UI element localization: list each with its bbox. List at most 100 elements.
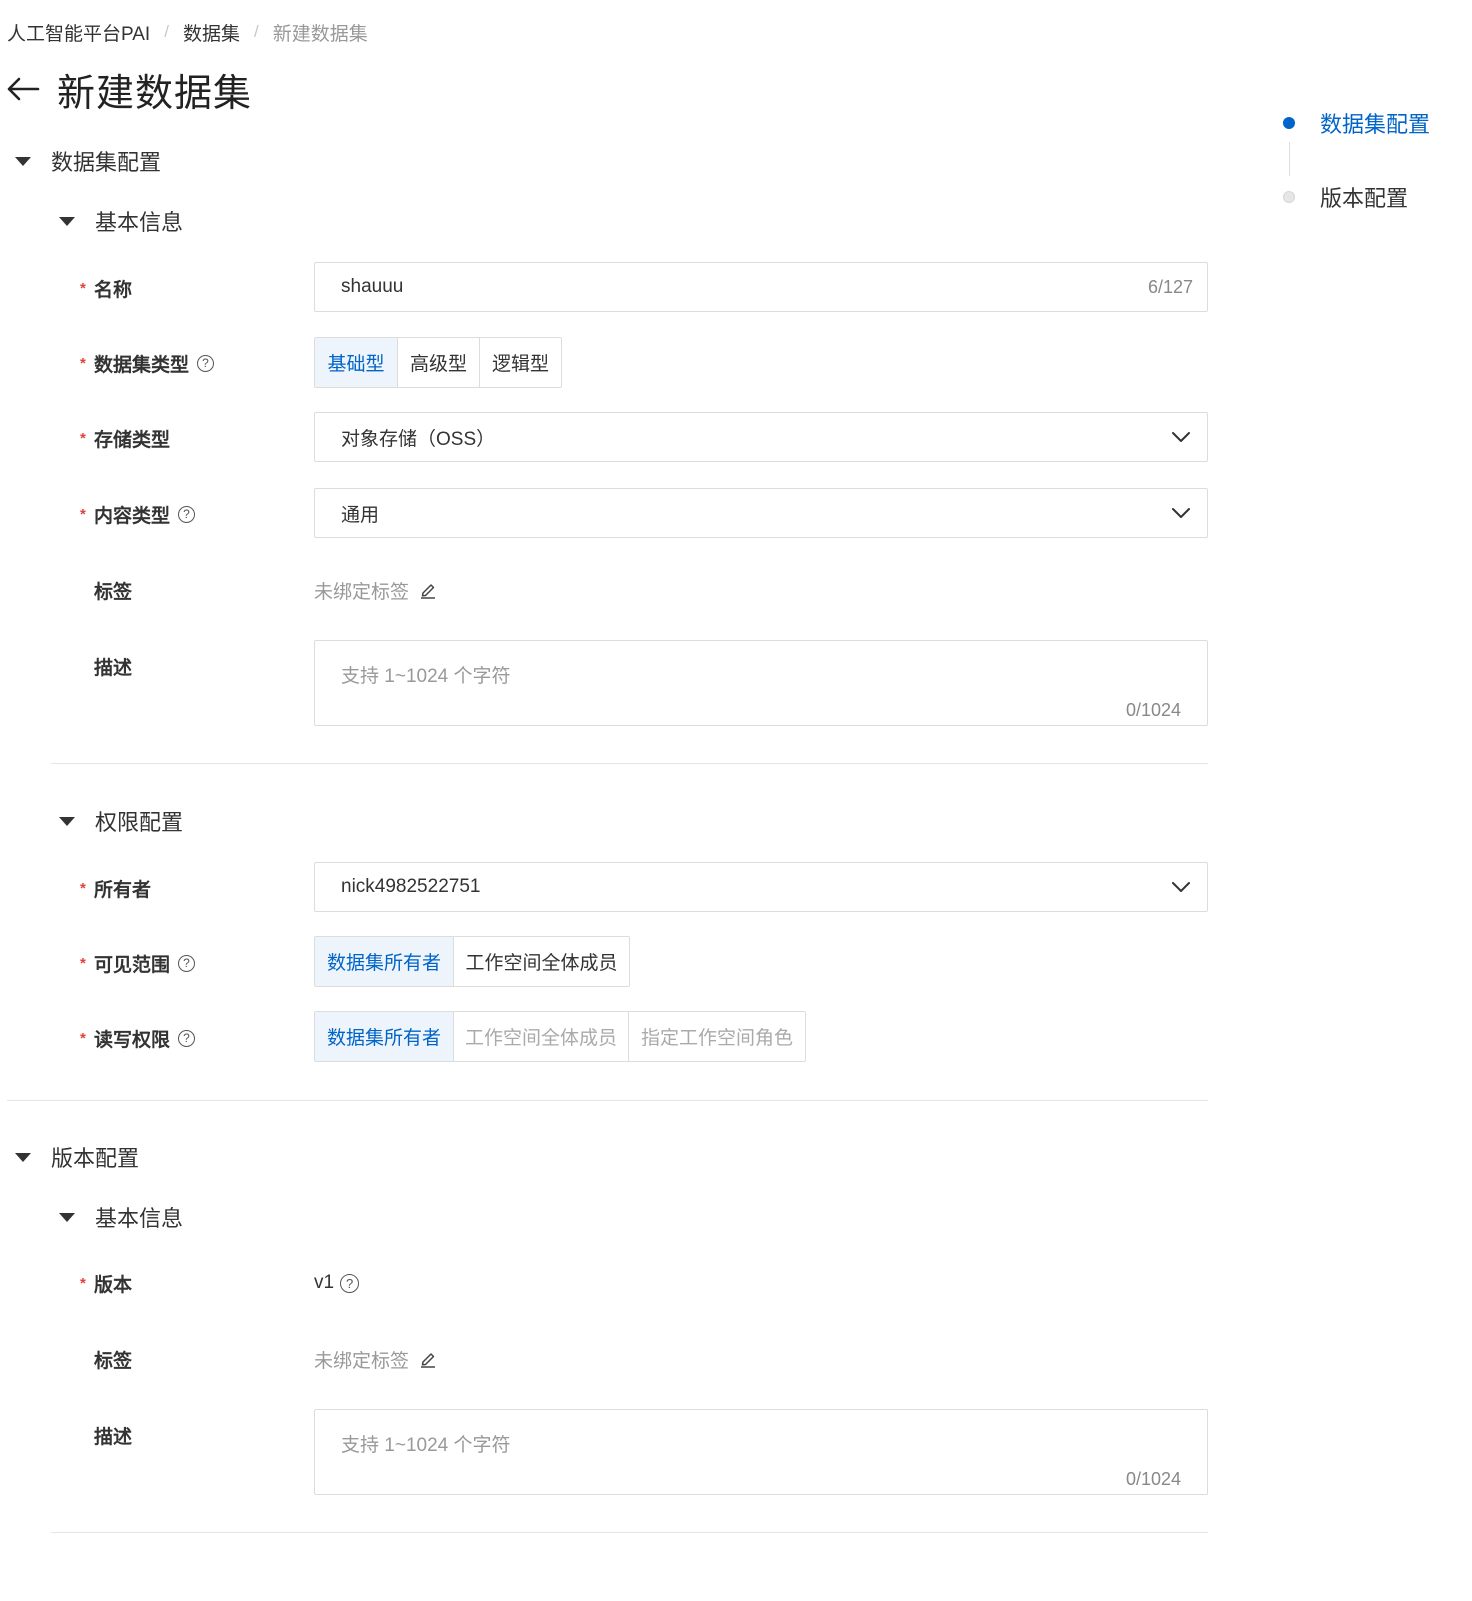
required-mark: *: [80, 279, 86, 297]
chevron-down-icon[interactable]: [1169, 425, 1193, 449]
anchor-dot-active: [1283, 117, 1295, 129]
label-text: 存储类型: [94, 429, 171, 451]
breadcrumb-item-pai[interactable]: 人工智能平台PAI: [7, 19, 150, 46]
required-mark: *: [80, 429, 86, 447]
chevron-down-icon[interactable]: [1169, 501, 1193, 525]
rw-option-workspace: 工作空间全体成员: [454, 1012, 629, 1061]
dataset-type-option-advanced[interactable]: 高级型: [398, 338, 480, 387]
label-text: 版本: [94, 1274, 133, 1296]
chevron-down-icon[interactable]: [1169, 875, 1193, 899]
anchor-nav-2: 版本配置: [1283, 184, 1409, 211]
version-tags-field: 未绑定标签: [314, 1344, 437, 1374]
description-label: 描述: [80, 651, 132, 681]
required-mark: *: [80, 1274, 86, 1292]
description-placeholder: 支持 1~1024 个字符: [341, 666, 511, 687]
breadcrumb-item-current: 新建数据集: [272, 23, 368, 45]
dataset-type-option-basic[interactable]: 基础型: [315, 338, 398, 387]
version-description-textarea[interactable]: 支持 1~1024 个字符 0/1024: [314, 1409, 1208, 1495]
required-mark: *: [80, 954, 86, 972]
label-text: 描述: [94, 657, 133, 679]
required-mark: *: [80, 1029, 86, 1047]
breadcrumb-separator: /: [164, 22, 169, 41]
content-type-select[interactable]: 通用: [314, 488, 1208, 538]
char-count: 6/127: [1147, 276, 1193, 297]
char-count: 0/1024: [1125, 1469, 1181, 1489]
subsection-permissions-header[interactable]: 权限配置: [59, 805, 183, 837]
label-text: 所有者: [94, 879, 152, 901]
divider: [51, 763, 1208, 764]
version-tags-label: 标签: [80, 1344, 132, 1374]
storage-type-select[interactable]: 对象存储（OSS）: [314, 412, 1208, 462]
caret-down-icon: [15, 1152, 31, 1162]
char-count: 0/1024: [1125, 700, 1181, 720]
rw-permission-radio-group: 数据集所有者 工作空间全体成员 指定工作空间角色: [314, 1011, 806, 1062]
subsection-basic-info-header[interactable]: 基本信息: [59, 205, 183, 237]
divider: [51, 1532, 1208, 1533]
rw-permission-label: * 读写权限 ?: [80, 1023, 196, 1053]
tags-value: 未绑定标签: [314, 1350, 410, 1372]
visibility-label: * 可见范围 ?: [80, 948, 196, 978]
section-dataset-config-header[interactable]: 数据集配置: [15, 145, 161, 177]
description-placeholder: 支持 1~1024 个字符: [341, 1435, 511, 1456]
storage-type-label: * 存储类型: [80, 423, 170, 453]
visibility-radio-group: 数据集所有者 工作空间全体成员: [314, 936, 630, 987]
help-icon[interactable]: ?: [178, 954, 196, 972]
content-type-label: * 内容类型 ?: [80, 499, 196, 529]
anchor-dot: [1283, 191, 1295, 203]
rw-option-role: 指定工作空间角色: [629, 1012, 805, 1061]
rw-option-owner[interactable]: 数据集所有者: [315, 1012, 454, 1061]
tags-field: 未绑定标签: [314, 575, 437, 605]
required-mark: *: [80, 354, 86, 372]
label-text: 内容类型: [94, 505, 171, 527]
version-description-label: 描述: [80, 1420, 132, 1450]
version-label: * 版本: [80, 1268, 132, 1298]
subsection-version-basic-info-header[interactable]: 基本信息: [59, 1201, 183, 1233]
content-type-value: 通用: [341, 504, 380, 526]
back-arrow-icon[interactable]: [5, 71, 41, 107]
anchor-nav: 数据集配置: [1283, 110, 1431, 137]
section-version-config-header[interactable]: 版本配置: [15, 1141, 139, 1173]
visibility-option-workspace[interactable]: 工作空间全体成员: [454, 937, 629, 986]
edit-icon[interactable]: [419, 581, 437, 599]
tags-value: 未绑定标签: [314, 581, 410, 603]
label-text: 读写权限: [94, 1029, 171, 1051]
subsection-title: 基本信息: [95, 210, 184, 235]
description-textarea[interactable]: 支持 1~1024 个字符 0/1024: [314, 640, 1208, 726]
caret-down-icon: [59, 816, 75, 826]
breadcrumb-item-datasets[interactable]: 数据集: [183, 19, 240, 46]
page-title: 新建数据集: [57, 72, 253, 115]
help-icon[interactable]: ?: [340, 1273, 360, 1293]
anchor-label: 版本配置: [1320, 186, 1409, 211]
tags-label: 标签: [80, 575, 132, 605]
help-icon[interactable]: ?: [178, 505, 196, 523]
name-input-value[interactable]: shauuu: [341, 276, 1148, 298]
version-value: v1: [314, 1272, 335, 1293]
label-text: 描述: [94, 1426, 133, 1448]
dataset-type-label: * 数据集类型 ?: [80, 348, 215, 378]
caret-down-icon: [15, 156, 31, 166]
anchor-item-version-config[interactable]: 版本配置: [1283, 184, 1409, 211]
owner-label: * 所有者: [80, 873, 151, 903]
label-text: 名称: [94, 279, 133, 301]
visibility-option-owner[interactable]: 数据集所有者: [315, 937, 454, 986]
subsection-title: 基本信息: [95, 1206, 184, 1231]
section-title: 数据集配置: [51, 150, 162, 175]
required-mark: *: [80, 879, 86, 897]
anchor-item-dataset-config[interactable]: 数据集配置: [1283, 110, 1431, 137]
divider: [7, 1100, 1208, 1101]
owner-select[interactable]: nick4982522751: [314, 862, 1208, 912]
label-text: 标签: [94, 581, 133, 603]
edit-icon[interactable]: [419, 1350, 437, 1368]
label-text: 数据集类型: [94, 354, 190, 376]
breadcrumb-separator: /: [253, 22, 259, 41]
owner-value: nick4982522751: [341, 876, 481, 897]
anchor-label: 数据集配置: [1320, 112, 1431, 137]
dataset-type-radio-group: 基础型 高级型 逻辑型: [314, 337, 562, 388]
page-header: 新建数据集: [5, 62, 252, 116]
breadcrumb: 人工智能平台PAI / 数据集 / 新建数据集: [7, 19, 368, 46]
caret-down-icon: [59, 1212, 75, 1222]
name-input[interactable]: shauuu 6/127: [314, 262, 1208, 312]
help-icon[interactable]: ?: [178, 1029, 196, 1047]
help-icon[interactable]: ?: [197, 354, 215, 372]
dataset-type-option-logical[interactable]: 逻辑型: [480, 338, 561, 387]
